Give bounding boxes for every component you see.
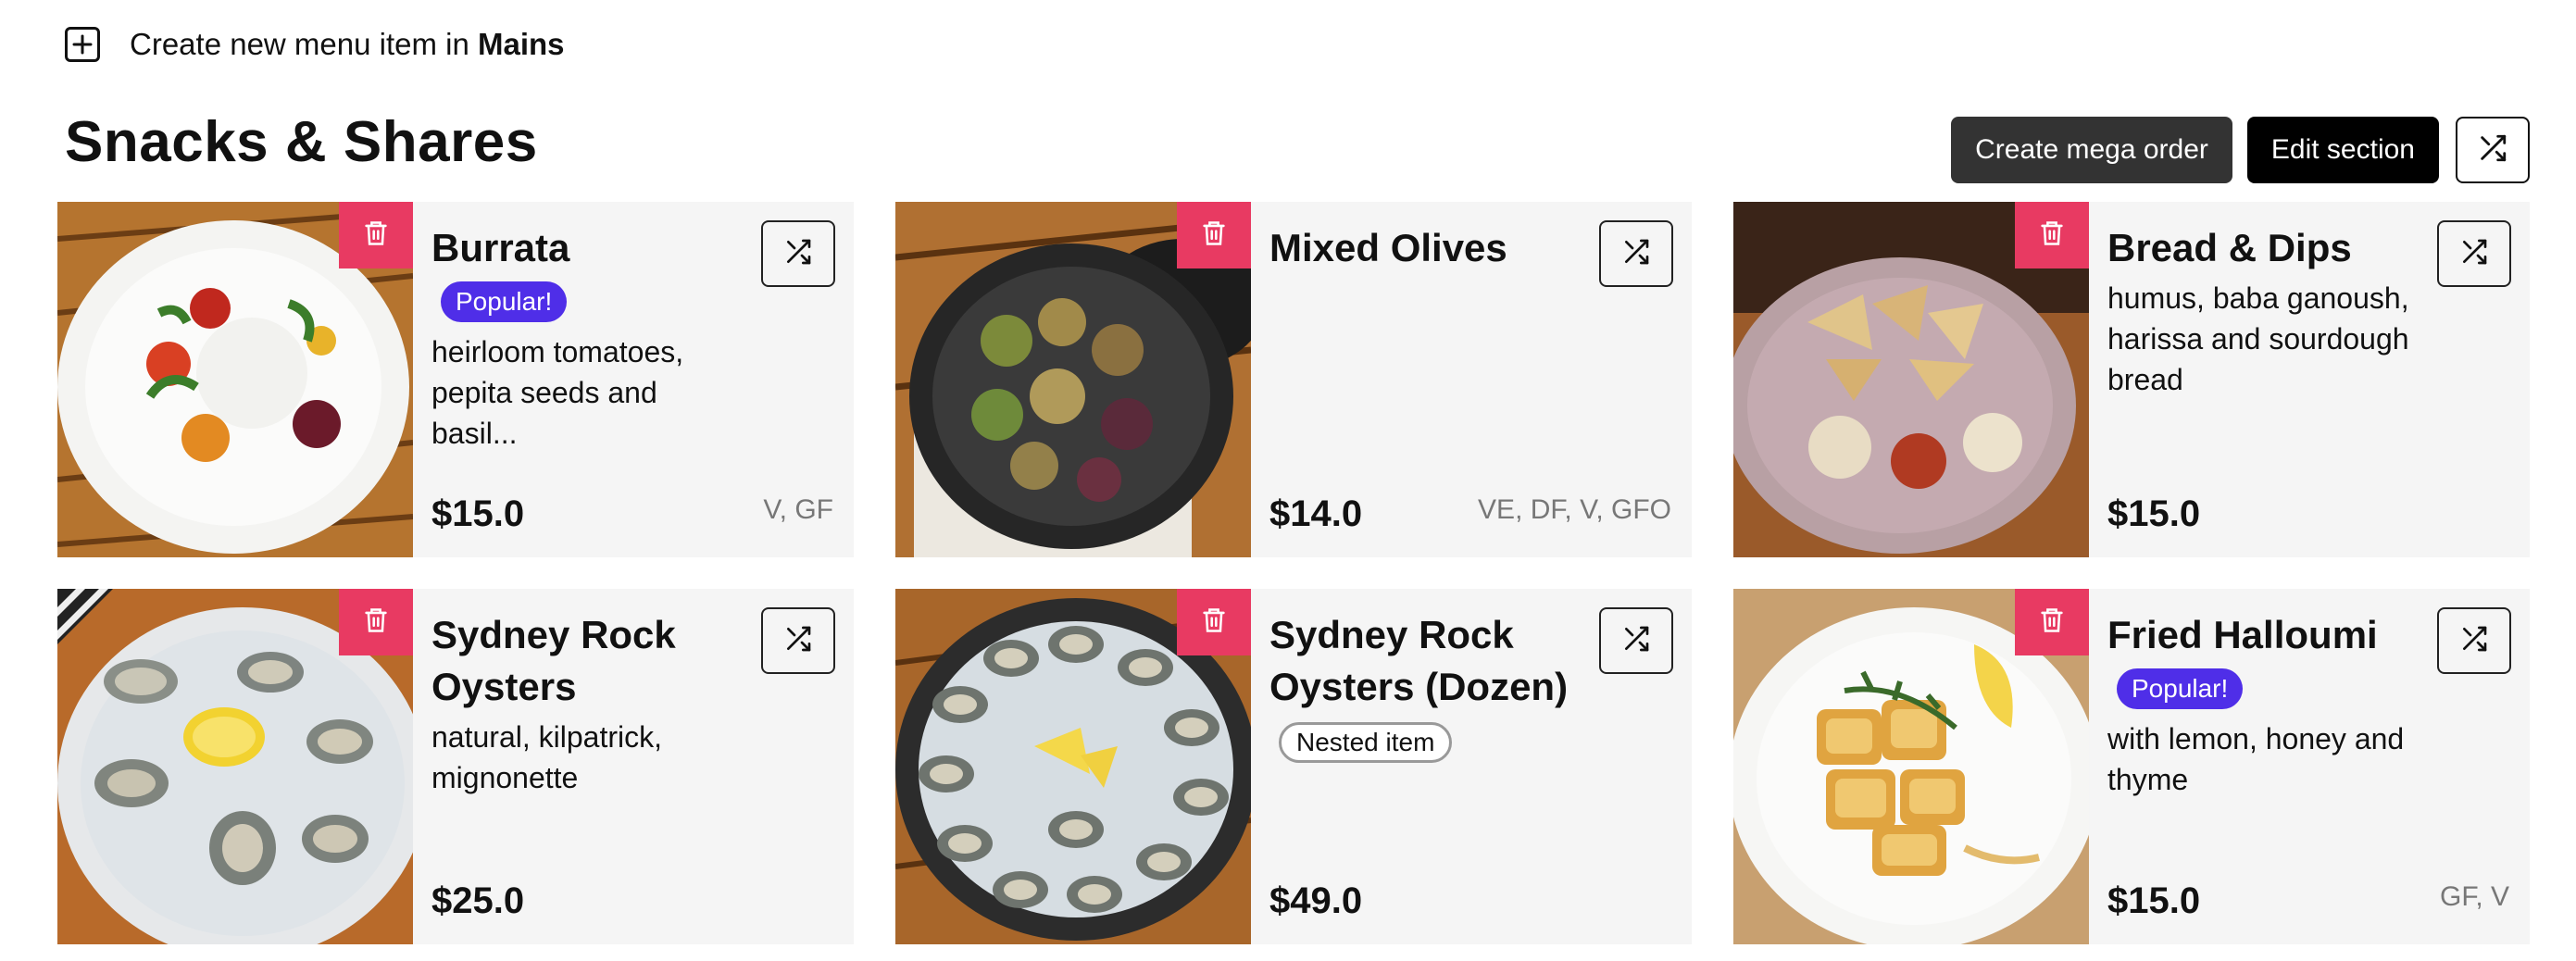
menu-item-card-burrata[interactable]: Burrata Popular! heirloom tomatoes, pepi…	[57, 202, 854, 557]
menu-item-card-mixed-olives[interactable]: Mixed Olives $14.0 VE, DF, V, GFO	[895, 202, 1692, 557]
menu-item-grid: Burrata Popular! heirloom tomatoes, pepi…	[57, 202, 2530, 944]
delete-button[interactable]	[339, 202, 413, 268]
item-shuffle-button[interactable]	[761, 607, 835, 674]
item-price: $15.0	[2107, 493, 2201, 534]
popular-badge: Popular!	[441, 281, 568, 322]
menu-item-card-sydney-rock-oysters-dozen[interactable]: Sydney Rock Oysters (Dozen) Nested item …	[895, 589, 1692, 944]
delete-button[interactable]	[1177, 202, 1251, 268]
item-price: $25.0	[431, 880, 525, 921]
item-name: Fried Halloumi	[2107, 613, 2378, 656]
shuffle-icon	[783, 237, 813, 271]
popular-badge: Popular!	[2117, 668, 2244, 709]
item-content: Fried Halloumi Popular! with lemon, hone…	[2107, 609, 2419, 800]
dietary-tags: V, GF	[763, 494, 833, 525]
create-menu-item-text: Create new menu item in Mains	[130, 27, 565, 62]
create-mega-order-button[interactable]: Create mega order	[1951, 117, 2232, 183]
item-shuffle-button[interactable]	[2437, 607, 2511, 674]
shuffle-icon	[1621, 237, 1651, 271]
dietary-tags: VE, DF, V, GFO	[1478, 494, 1671, 525]
item-content: Bread & Dips humus, baba ganoush, hariss…	[2107, 222, 2419, 400]
trash-icon	[1201, 606, 1227, 639]
item-content: Sydney Rock Oysters (Dozen) Nested item	[1269, 609, 1581, 767]
menu-item-card-fried-halloumi[interactable]: Fried Halloumi Popular! with lemon, hone…	[1733, 589, 2530, 944]
create-label: Create new menu item in	[130, 27, 479, 61]
trash-icon	[2039, 219, 2065, 252]
item-description: humus, baba ganoush, harissa and sourdou…	[2107, 281, 2409, 396]
item-name: Bread & Dips	[2107, 226, 2352, 269]
delete-button[interactable]	[1177, 589, 1251, 655]
trash-icon	[1201, 219, 1227, 252]
delete-button[interactable]	[339, 589, 413, 655]
menu-item-card-bread-dips[interactable]: Bread & Dips humus, baba ganoush, hariss…	[1733, 202, 2530, 557]
item-shuffle-button[interactable]	[1599, 220, 1673, 287]
shuffle-icon	[2477, 132, 2508, 168]
delete-button[interactable]	[2015, 202, 2089, 268]
trash-icon	[363, 219, 389, 252]
item-shuffle-button[interactable]	[1599, 607, 1673, 674]
item-price: $15.0	[2107, 880, 2201, 921]
menu-item-card-sydney-rock-oysters[interactable]: Sydney Rock Oysters natural, kilpatrick,…	[57, 589, 854, 944]
target-section-name: Mains	[478, 27, 565, 61]
trash-icon	[2039, 606, 2065, 639]
shuffle-icon	[2459, 624, 2489, 658]
section-title: Snacks & Shares	[65, 110, 538, 174]
item-name: Sydney Rock Oysters	[431, 613, 676, 708]
plus-square-icon	[65, 27, 100, 62]
item-name: Sydney Rock Oysters (Dozen)	[1269, 613, 1569, 708]
dietary-tags: GF, V	[2439, 881, 2509, 912]
item-price: $49.0	[1269, 880, 1363, 921]
item-description: heirloom tomatoes, pepita seeds and basi…	[431, 335, 684, 450]
shuffle-icon	[1621, 624, 1651, 658]
edit-section-button[interactable]: Edit section	[2246, 117, 2439, 183]
item-name: Mixed Olives	[1269, 226, 1507, 269]
section-shuffle-button[interactable]	[2456, 117, 2530, 183]
item-shuffle-button[interactable]	[761, 220, 835, 287]
create-menu-item-link[interactable]: Create new menu item in Mains	[65, 19, 565, 70]
nested-item-badge: Nested item	[1279, 722, 1453, 763]
item-content: Sydney Rock Oysters natural, kilpatrick,…	[431, 609, 743, 798]
item-shuffle-button[interactable]	[2437, 220, 2511, 287]
item-name: Burrata	[431, 226, 570, 269]
item-content: Burrata Popular! heirloom tomatoes, pepi…	[431, 222, 743, 454]
item-description: natural, kilpatrick, mignonette	[431, 720, 662, 794]
item-description: with lemon, honey and thyme	[2107, 722, 2405, 796]
shuffle-icon	[783, 624, 813, 658]
item-price: $14.0	[1269, 493, 1363, 534]
item-content: Mixed Olives	[1269, 222, 1581, 274]
shuffle-icon	[2459, 237, 2489, 271]
item-price: $15.0	[431, 493, 525, 534]
delete-button[interactable]	[2015, 589, 2089, 655]
trash-icon	[363, 606, 389, 639]
section-actions: Create mega order Edit section	[1951, 117, 2530, 183]
